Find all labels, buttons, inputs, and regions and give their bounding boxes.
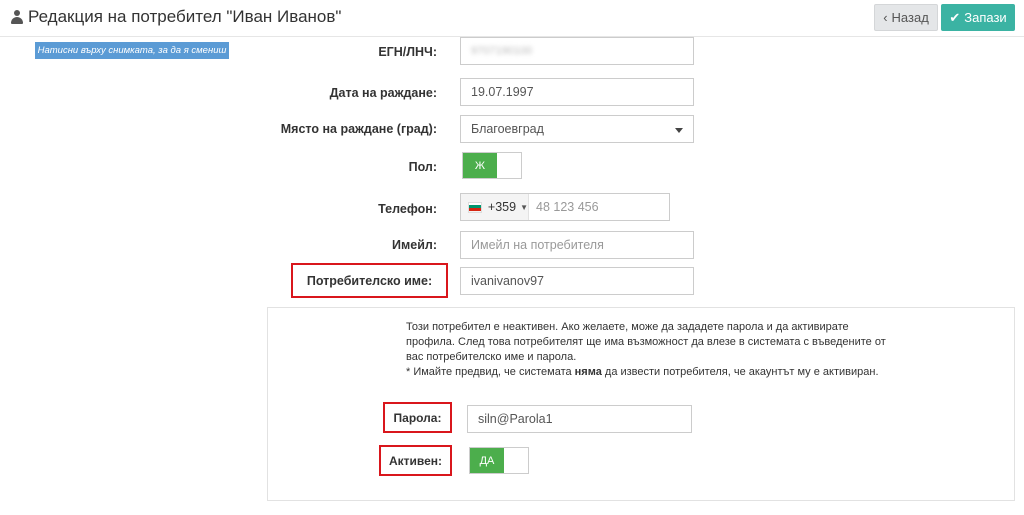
gender-toggle[interactable]: Ж (462, 152, 522, 179)
back-button[interactable]: ‹ Назад (874, 4, 938, 31)
activation-notice: Този потребител е неактивен. Ако желаете… (406, 320, 886, 380)
email-input[interactable]: Имейл на потребителя (460, 231, 694, 259)
gender-toggle-value: Ж (463, 153, 497, 178)
phone-placeholder: 48 123 456 (536, 200, 599, 214)
save-button-label: Запази (964, 10, 1007, 25)
caret-down-icon (675, 128, 683, 133)
birth-date-input[interactable]: 19.07.1997 (460, 78, 694, 106)
check-icon: ✔ (949, 9, 961, 25)
birth-date-label: Дата на раждане: (329, 86, 437, 100)
active-toggle-value: ДА (470, 448, 504, 473)
notice-line: профила. След това потребителят ще има в… (406, 336, 886, 348)
user-icon (10, 10, 24, 24)
phone-input-group: +359 ▼ 48 123 456 (460, 193, 670, 221)
country-code-value: +359 (487, 200, 517, 214)
country-code-select[interactable]: +359 ▼ (461, 194, 529, 220)
active-label: Активен: (388, 453, 443, 468)
gender-label: Пол: (408, 160, 437, 174)
notice-warning: * Имайте предвид, че системата няма да и… (406, 365, 886, 380)
password-input[interactable]: siln@Parola1 (467, 405, 692, 433)
username-label-highlight: Потребителско име: (291, 263, 448, 298)
password-label: Парола: (393, 410, 442, 425)
active-label-highlight: Активен: (379, 445, 452, 476)
birth-date-value: 19.07.1997 (471, 85, 534, 99)
egn-label: ЕГН/ЛНЧ: (378, 45, 437, 59)
notice-line: Този потребител е неактивен. Ако желаете… (406, 321, 849, 333)
chevron-left-icon: ‹ (883, 10, 888, 25)
egn-value: 9707190100 (471, 45, 533, 57)
email-label: Имейл: (392, 238, 437, 252)
email-placeholder: Имейл на потребителя (471, 238, 604, 252)
phone-input[interactable]: 48 123 456 (529, 194, 669, 220)
password-value: siln@Parola1 (478, 412, 553, 426)
username-input[interactable]: ivanivanov97 (460, 267, 694, 295)
notice-line: вас потребителско име и парола. (406, 351, 577, 363)
birth-place-value: Благоевград (471, 122, 544, 136)
notice-warning-bold: няма (574, 366, 602, 378)
egn-input[interactable]: 9707190100 (460, 37, 694, 65)
username-label: Потребителско име: (306, 273, 433, 288)
phone-label: Телефон: (378, 202, 437, 216)
save-button[interactable]: ✔ Запази (941, 4, 1015, 31)
active-toggle[interactable]: ДА (469, 447, 529, 474)
caret-down-icon: ▼ (520, 202, 528, 212)
password-label-highlight: Парола: (383, 402, 452, 433)
notice-warning-text: * Имайте предвид, че системата (406, 366, 575, 378)
birth-place-select[interactable]: Благоевград (460, 115, 694, 143)
toggle-knob (504, 448, 528, 473)
toggle-knob (497, 153, 521, 178)
birth-place-label: Място на раждане (град): (280, 122, 437, 136)
username-value: ivanivanov97 (471, 274, 544, 288)
page-title: Редакция на потребител "Иван Иванов" (10, 7, 341, 27)
back-button-label: Назад (891, 10, 929, 25)
bulgaria-flag-icon (468, 201, 482, 213)
notice-warning-text: да извести потребителя, че акаунтът му е… (601, 366, 879, 378)
page-title-text: Редакция на потребител "Иван Иванов" (28, 7, 342, 26)
